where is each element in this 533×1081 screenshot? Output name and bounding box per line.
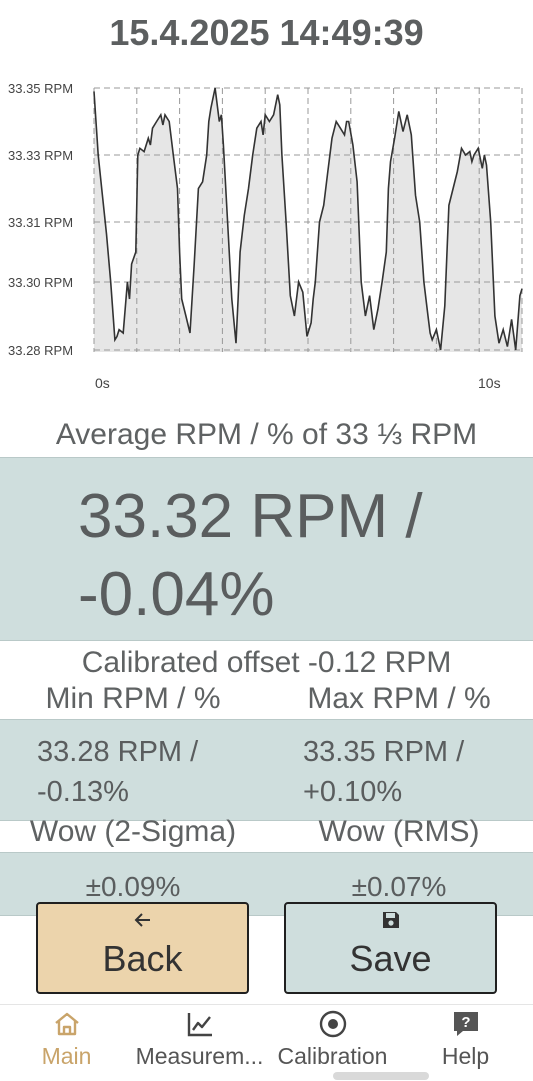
min-rpm: 33.28 RPM / — [37, 736, 199, 768]
save-button[interactable]: Save — [284, 902, 497, 994]
home-icon — [52, 1009, 82, 1039]
min-value: 33.28 RPM / -0.13% — [37, 732, 198, 812]
nav-label-help: Help — [441, 1043, 490, 1069]
nav-label-main: Main — [41, 1043, 92, 1069]
nav-item-calibration[interactable]: Calibration — [266, 1005, 399, 1081]
wow-rms-title: Wow (RMS) — [318, 815, 480, 848]
average-value: 33.32 RPM / -0.04% — [78, 478, 518, 634]
bottom-navigation: Main Measurem... Calibration ? Help — [0, 1004, 533, 1081]
help-icon: ? — [451, 1009, 481, 1039]
average-rpm: 33.32 RPM / — [78, 482, 423, 551]
y-tick-label: 33.35 RPM — [8, 81, 73, 96]
max-value: 33.35 RPM / +0.10% — [303, 732, 464, 812]
max-rpm: 33.35 RPM / — [303, 736, 465, 768]
datetime-header: 15.4.2025 14:49:39 — [109, 12, 424, 53]
y-tick-label: 33.33 RPM — [8, 148, 73, 163]
min-title: Min RPM / % — [45, 682, 221, 715]
y-tick-label: 33.28 RPM — [8, 343, 73, 358]
x-tick-label: 0s — [95, 375, 110, 391]
nav-item-main[interactable]: Main — [0, 1005, 133, 1081]
arrow-left-icon — [38, 910, 247, 936]
back-button[interactable]: Back — [36, 902, 249, 994]
max-title: Max RPM / % — [307, 682, 491, 715]
wow-2sigma-value: ±0.09% — [85, 871, 181, 902]
y-tick-label: 33.30 RPM — [8, 275, 73, 290]
target-icon — [318, 1009, 348, 1039]
average-title: Average RPM / % of 33 ⅓ RPM — [55, 418, 478, 451]
y-tick-label: 33.31 RPM — [8, 215, 73, 230]
svg-text:?: ? — [461, 1014, 470, 1031]
max-percent: +0.10% — [303, 776, 403, 808]
min-percent: -0.13% — [37, 776, 129, 808]
min-max-panel: 33.28 RPM / -0.13% 33.35 RPM / +0.10% — [0, 719, 533, 821]
wow-rms-value: ±0.07% — [351, 871, 447, 902]
wow-2sigma-title: Wow (2-Sigma) — [29, 815, 237, 848]
nav-label-calibration: Calibration — [277, 1043, 388, 1069]
line-chart-icon — [185, 1009, 215, 1039]
floppy-disk-icon — [286, 910, 495, 936]
nav-item-help[interactable]: ? Help — [399, 1005, 532, 1081]
nav-item-measurements[interactable]: Measurem... — [133, 1005, 266, 1081]
calibrated-offset: Calibrated offset -0.12 RPM — [81, 646, 452, 679]
nav-label-measurements: Measurem... — [135, 1043, 264, 1069]
save-label: Save — [349, 938, 432, 979]
rpm-chart: 33.35 RPM 33.33 RPM 33.31 RPM 33.30 RPM 33.2… — [8, 81, 523, 391]
average-percent: -0.04% — [78, 560, 275, 629]
average-panel: 33.32 RPM / -0.04% — [0, 457, 533, 641]
home-indicator — [333, 1072, 429, 1080]
back-label: Back — [102, 938, 183, 979]
x-tick-label: 10s — [478, 375, 501, 391]
